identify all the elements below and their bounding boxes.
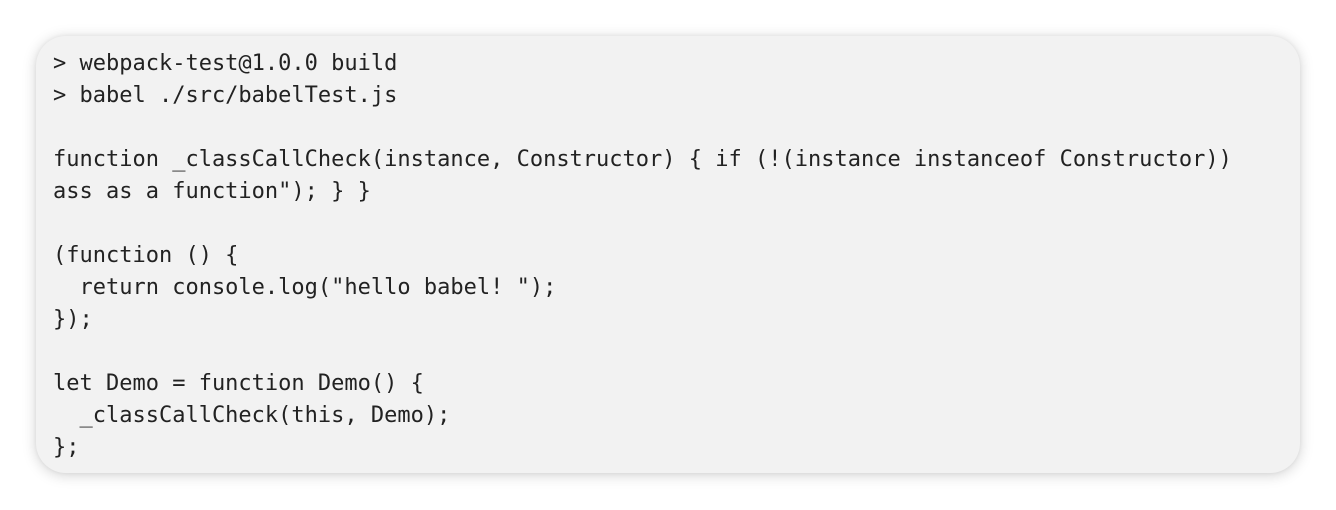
output-line-command: > babel ./src/babelTest.js: [53, 83, 398, 108]
output-line-code: _classCallCheck(this, Demo);: [53, 403, 451, 428]
output-line-code: });: [53, 307, 93, 332]
output-line-code: let Demo = function Demo() {: [53, 371, 424, 396]
terminal-output-panel: > webpack-test@1.0.0 build > babel ./src/…: [36, 36, 1300, 473]
terminal-output: > webpack-test@1.0.0 build > babel ./src/…: [53, 48, 1300, 464]
output-line-code: function _classCallCheck(instance, Const…: [53, 147, 1232, 172]
screenshot-stage: > webpack-test@1.0.0 build > babel ./src/…: [0, 0, 1336, 510]
output-line-blank: [53, 208, 1300, 240]
output-line-code: ass as a function"); } }: [53, 179, 371, 204]
output-line-blank: [53, 112, 1300, 144]
output-line-code: return console.log("hello babel! ");: [53, 275, 557, 300]
output-line-blank: [53, 336, 1300, 368]
output-line-code: };: [53, 435, 80, 460]
output-line-code: (function () {: [53, 243, 239, 268]
output-line-command: > webpack-test@1.0.0 build: [53, 51, 398, 76]
